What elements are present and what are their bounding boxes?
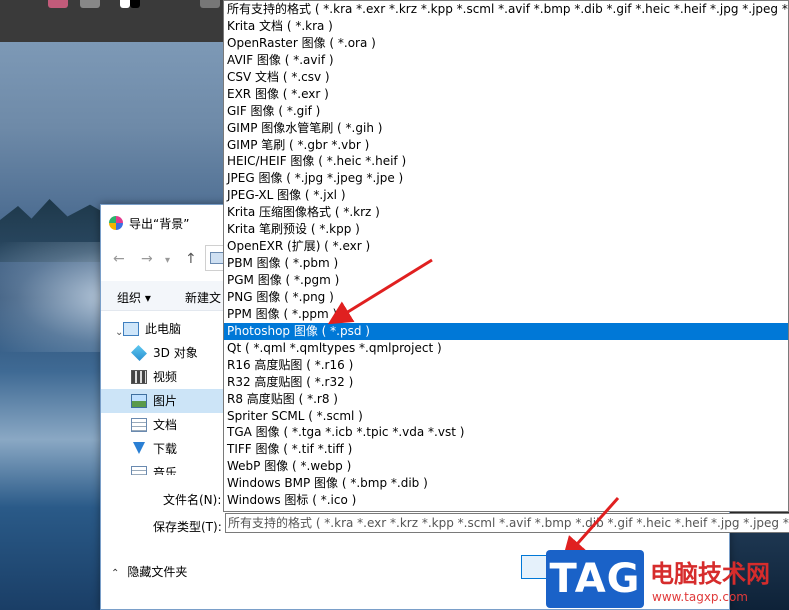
- dropdown-option[interactable]: EXR 图像 ( *.exr ): [224, 86, 788, 103]
- dropdown-option[interactable]: Windows BMP 图像 ( *.bmp *.dib ): [224, 475, 788, 492]
- hide-folders-toggle[interactable]: ⌃ 隐藏文件夹: [111, 563, 187, 580]
- dropdown-option[interactable]: OpenEXR (扩展) ( *.exr ): [224, 238, 788, 255]
- save-type-select[interactable]: 所有支持的格式 ( *.kra *.exr *.krz *.kpp *.scml…: [225, 513, 789, 533]
- music-icon: [131, 466, 147, 475]
- dropdown-option[interactable]: HEIC/HEIF 图像 ( *.heic *.heif ): [224, 153, 788, 170]
- dropdown-option[interactable]: 所有支持的格式 ( *.kra *.exr *.krz *.kpp *.scml…: [224, 1, 788, 18]
- dropdown-option[interactable]: R16 高度贴图 ( *.r16 ): [224, 357, 788, 374]
- color-swatch-icon: [120, 0, 130, 8]
- tree-item-downloads[interactable]: 下载: [101, 437, 225, 461]
- save-type-label: 保存类型(T):: [153, 520, 222, 534]
- tree-item-videos[interactable]: 视频: [101, 365, 225, 389]
- tree-item-this-pc[interactable]: ⌄ 此电脑: [101, 317, 225, 341]
- krita-app-icon: [109, 216, 123, 230]
- forward-arrow-icon[interactable]: →: [141, 251, 153, 267]
- dropdown-option[interactable]: GIF 图像 ( *.gif ): [224, 103, 788, 120]
- back-arrow-icon[interactable]: ←: [113, 251, 125, 267]
- dropdown-option[interactable]: PBM 图像 ( *.pbm ): [224, 255, 788, 272]
- tree-item-label: 文档: [153, 418, 178, 432]
- dropdown-option[interactable]: TIFF 图像 ( *.tif *.tiff ): [224, 441, 788, 458]
- color-swatch-icon: [130, 0, 140, 8]
- navigation-tree: ⌄ 此电脑 3D 对象 视频 图片 文档 下载 音乐: [101, 317, 225, 475]
- dropdown-option[interactable]: JPEG 图像 ( *.jpg *.jpeg *.jpe ): [224, 170, 788, 187]
- dropdown-option[interactable]: Qt ( *.qml *.qmltypes *.qmlproject ): [224, 340, 788, 357]
- hide-folders-label: 隐藏文件夹: [127, 565, 188, 579]
- dropdown-option[interactable]: Spriter SCML ( *.scml ): [224, 408, 788, 425]
- dropdown-option[interactable]: CSV 文档 ( *.csv ): [224, 69, 788, 86]
- tree-item-label: 下载: [153, 442, 178, 456]
- dropdown-option[interactable]: OpenRaster 图像 ( *.ora ): [224, 35, 788, 52]
- 3d-objects-icon: [131, 345, 147, 361]
- dropdown-option[interactable]: Krita 文档 ( *.kra ): [224, 18, 788, 35]
- dropdown-option[interactable]: AVIF 图像 ( *.avif ): [224, 52, 788, 69]
- dropdown-option[interactable]: PPM 图像 ( *.ppm ): [224, 306, 788, 323]
- pictures-icon: [131, 394, 147, 408]
- dropdown-option[interactable]: GIMP 图像水管笔刷 ( *.gih ): [224, 120, 788, 137]
- tree-item-documents[interactable]: 文档: [101, 413, 225, 437]
- color-swatch-icon: [200, 0, 220, 8]
- video-icon: [131, 370, 147, 384]
- dropdown-option[interactable]: WebP 图像 ( *.webp ): [224, 458, 788, 475]
- dropdown-option[interactable]: Photoshop 图像 ( *.psd ): [224, 322, 788, 340]
- color-swatch-icon: [48, 0, 68, 8]
- tree-item-label: 此电脑: [145, 322, 182, 336]
- dialog-title: 导出“背景”: [129, 217, 190, 231]
- watermark-logo: TAG: [546, 550, 644, 608]
- dropdown-option[interactable]: GIMP 笔刷 ( *.gbr *.vbr ): [224, 137, 788, 154]
- tree-item-label: 图片: [153, 394, 178, 408]
- dropdown-option[interactable]: R32 高度贴图 ( *.r32 ): [224, 374, 788, 391]
- tree-item-music[interactable]: 音乐: [101, 461, 225, 475]
- tree-item-3d-objects[interactable]: 3D 对象: [101, 341, 225, 365]
- tree-item-pictures[interactable]: 图片: [101, 389, 225, 413]
- dropdown-option[interactable]: Windows 图标 ( *.ico ): [224, 492, 788, 509]
- up-arrow-icon[interactable]: ↑: [185, 251, 197, 267]
- dropdown-option[interactable]: R8 高度贴图 ( *.r8 ): [224, 391, 788, 408]
- dropdown-option[interactable]: PGM 图像 ( *.pgm ): [224, 272, 788, 289]
- dropdown-option[interactable]: JPEG-XL 图像 ( *.jxl ): [224, 187, 788, 204]
- tree-item-label: 3D 对象: [153, 346, 198, 360]
- tree-item-label: 视频: [153, 370, 178, 384]
- color-swatch-icon: [80, 0, 100, 8]
- computer-icon: [123, 322, 139, 336]
- dropdown-option[interactable]: Krita 压缩图像格式 ( *.krz ): [224, 204, 788, 221]
- chevron-down-icon[interactable]: ▾: [165, 255, 170, 266]
- watermark-url: www.tagxp.com: [652, 590, 748, 604]
- new-folder-button[interactable]: 新建文: [185, 289, 221, 306]
- file-type-dropdown-list: 所有支持的格式 ( *.kra *.exr *.krz *.kpp *.scml…: [223, 0, 789, 512]
- watermark-site-name: 电脑技术网: [650, 560, 770, 588]
- site-watermark: TAG 电脑技术网 www.tagxp.com: [546, 548, 789, 610]
- documents-icon: [131, 418, 147, 432]
- dropdown-option[interactable]: Krita 笔刷预设 ( *.kpp ): [224, 221, 788, 238]
- organize-button[interactable]: 组织 ▾: [117, 289, 151, 306]
- tree-item-label: 音乐: [153, 466, 178, 475]
- file-name-label: 文件名(N):: [163, 493, 222, 507]
- chevron-up-icon: ⌃: [111, 568, 120, 579]
- dropdown-option[interactable]: TGA 图像 ( *.tga *.icb *.tpic *.vda *.vst …: [224, 424, 788, 441]
- downloads-icon: [131, 442, 147, 456]
- dropdown-option[interactable]: PNG 图像 ( *.png ): [224, 289, 788, 306]
